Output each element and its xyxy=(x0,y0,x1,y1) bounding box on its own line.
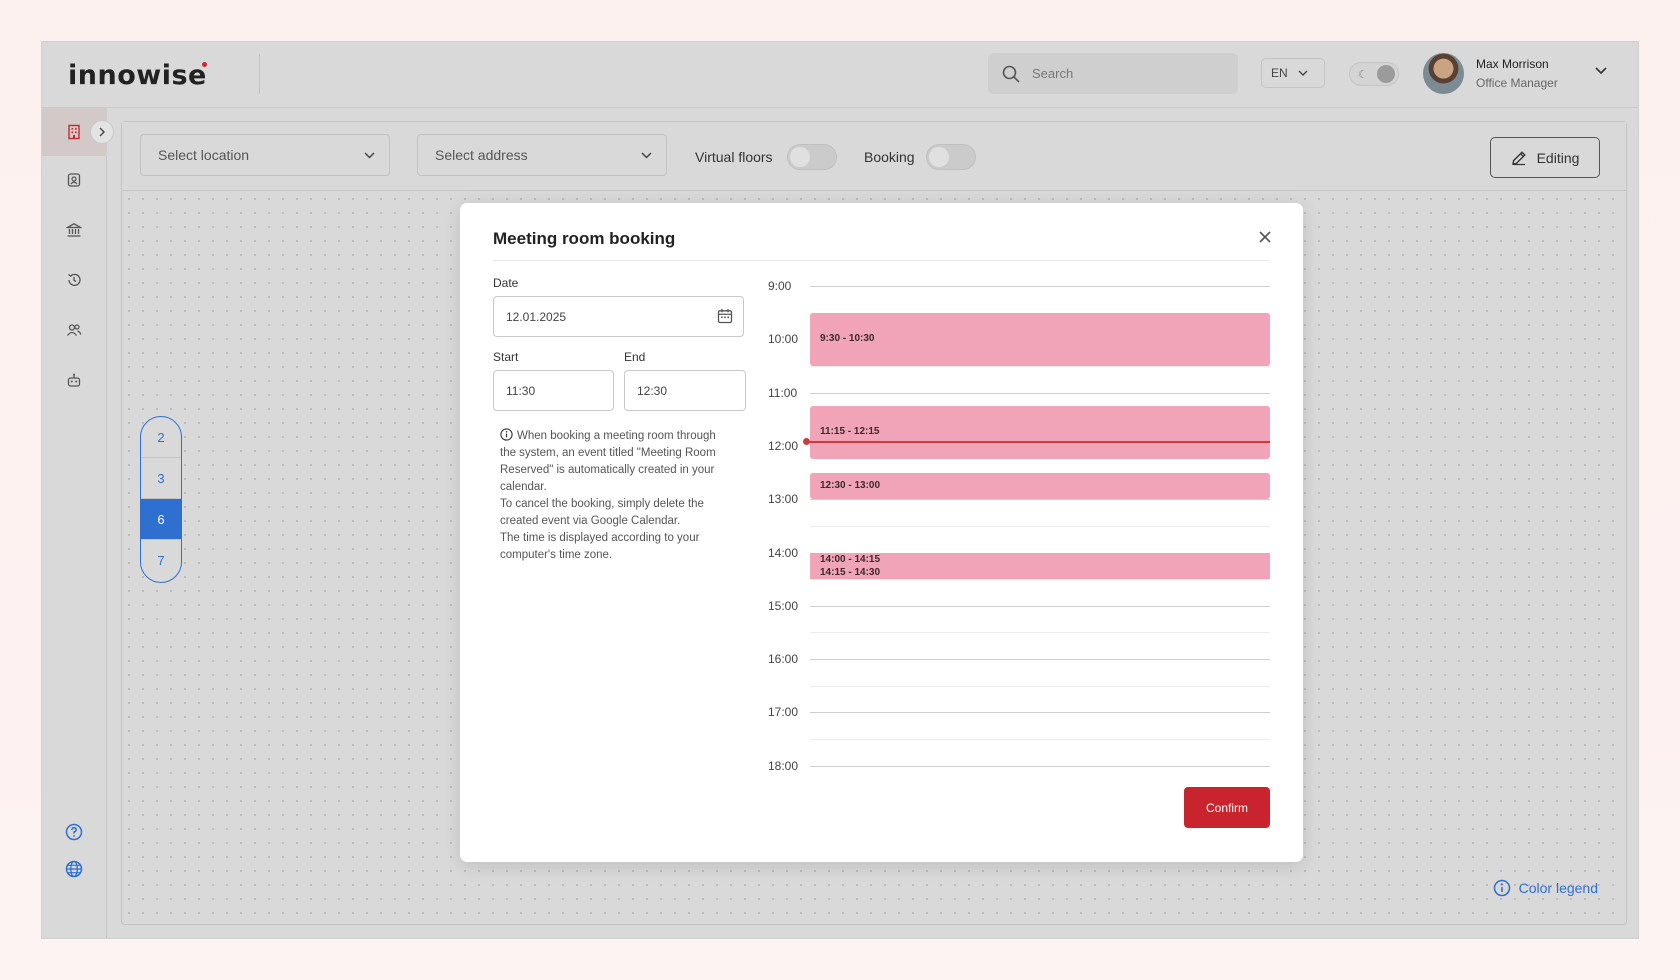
start-time-value: 11:30 xyxy=(506,383,536,398)
half-hour-line xyxy=(810,365,1270,367)
avatar[interactable] xyxy=(1423,53,1464,94)
half-hour-line xyxy=(810,525,1270,527)
half-hour-line xyxy=(810,579,1270,581)
sidebar-expand-button[interactable] xyxy=(90,120,114,144)
day-timeline: 9:00 10:00 11:00 12:00 13:00 14:00 15:00 16:00 1… xyxy=(768,276,1270,773)
hour-label: 14:00 xyxy=(768,545,799,560)
hour-label: 11:00 xyxy=(768,385,798,400)
booking-block[interactable]: 9:30 - 10:30 xyxy=(810,312,1270,366)
booking-block[interactable]: 14:15 - 14:30 xyxy=(810,565,1270,580)
current-time-line xyxy=(806,440,1270,443)
hour-label: 17:00 xyxy=(768,705,799,720)
half-hour-line xyxy=(810,632,1270,634)
hour-label: 13:00 xyxy=(768,492,799,507)
info-line: To cancel the booking, simply delete the… xyxy=(500,498,704,527)
hour-line xyxy=(810,286,1270,287)
modal-title: Meeting room booking xyxy=(493,229,676,248)
color-legend-link[interactable]: Color legend xyxy=(1493,879,1598,897)
search-placeholder: Search xyxy=(1032,66,1074,81)
booking-info-text: When booking a meeting room through the … xyxy=(500,428,732,564)
confirm-button[interactable]: Confirm xyxy=(1184,787,1270,828)
end-time-value: 12:30 xyxy=(637,383,668,398)
date-label: Date xyxy=(493,276,519,290)
language-value: EN xyxy=(1271,66,1288,80)
hour-line xyxy=(810,765,1270,767)
chevron-right-icon xyxy=(99,127,105,137)
globe-icon[interactable] xyxy=(65,860,83,878)
hour-line xyxy=(810,499,1270,501)
theme-toggle[interactable]: ☾ xyxy=(1349,62,1399,86)
toggle-knob xyxy=(1377,65,1395,83)
half-hour-line xyxy=(810,739,1270,741)
header-divider xyxy=(259,54,260,94)
start-time-field[interactable]: 11:30 xyxy=(493,370,614,411)
hour-line xyxy=(810,605,1270,607)
search-icon xyxy=(1002,65,1020,82)
top-header: innowise Search EN ☾ Max Morrison Office… xyxy=(42,42,1638,108)
hour-label: 18:00 xyxy=(768,758,799,773)
hour-label: 16:00 xyxy=(768,652,799,667)
building-icon[interactable] xyxy=(65,123,83,141)
robot-icon[interactable] xyxy=(65,371,83,389)
history-icon[interactable] xyxy=(65,271,83,289)
booking-modal: Meeting room booking Date 12.01.2025 Sta… xyxy=(460,203,1303,862)
badge-icon[interactable] xyxy=(65,171,83,189)
end-time-field[interactable]: 12:30 xyxy=(624,370,746,411)
info-icon xyxy=(500,428,513,441)
booking-block[interactable]: 12:30 - 13:00 xyxy=(810,472,1270,500)
hour-label: 9:00 xyxy=(768,279,792,293)
close-icon[interactable] xyxy=(1257,229,1273,245)
help-icon[interactable] xyxy=(65,823,83,841)
hour-label: 10:00 xyxy=(768,332,799,347)
user-menu-chevron-icon[interactable] xyxy=(1595,67,1607,75)
info-icon xyxy=(1493,879,1510,897)
booking-block[interactable]: 11:15 - 12:15 xyxy=(810,405,1270,460)
current-time-dot xyxy=(803,438,810,446)
info-line: When booking a meeting room through the … xyxy=(500,430,716,493)
hour-line xyxy=(810,392,1270,394)
app-window: innowise Search EN ☾ Max Morrison Office… xyxy=(41,41,1639,939)
chevron-down-icon xyxy=(1298,70,1308,76)
date-value: 12.01.2025 xyxy=(506,309,567,324)
color-legend-label: Color legend xyxy=(1518,880,1598,896)
hour-line xyxy=(810,712,1270,714)
hour-line xyxy=(810,659,1270,661)
date-field[interactable]: 12.01.2025 xyxy=(493,296,744,337)
modal-divider xyxy=(493,260,1270,261)
user-name: Max Morrison xyxy=(1476,57,1549,71)
hour-label: 12:00 xyxy=(768,438,799,453)
booking-block[interactable]: 14:00 - 14:15 xyxy=(810,552,1270,566)
calendar-icon[interactable] xyxy=(717,308,733,324)
start-label: Start xyxy=(493,350,519,364)
logo-dot xyxy=(202,62,207,67)
info-line: The time is displayed according to your … xyxy=(500,532,700,561)
search-input[interactable]: Search xyxy=(988,53,1238,94)
users-icon[interactable] xyxy=(65,321,83,339)
language-select[interactable]: EN xyxy=(1261,58,1325,88)
hour-label: 15:00 xyxy=(768,598,799,613)
half-hour-line xyxy=(810,685,1270,687)
moon-icon: ☾ xyxy=(1358,69,1368,81)
bank-icon[interactable] xyxy=(65,221,83,239)
end-label: End xyxy=(624,350,646,364)
sidebar xyxy=(42,108,114,938)
logo: innowise xyxy=(68,60,207,91)
user-role: Office Manager xyxy=(1476,76,1558,90)
